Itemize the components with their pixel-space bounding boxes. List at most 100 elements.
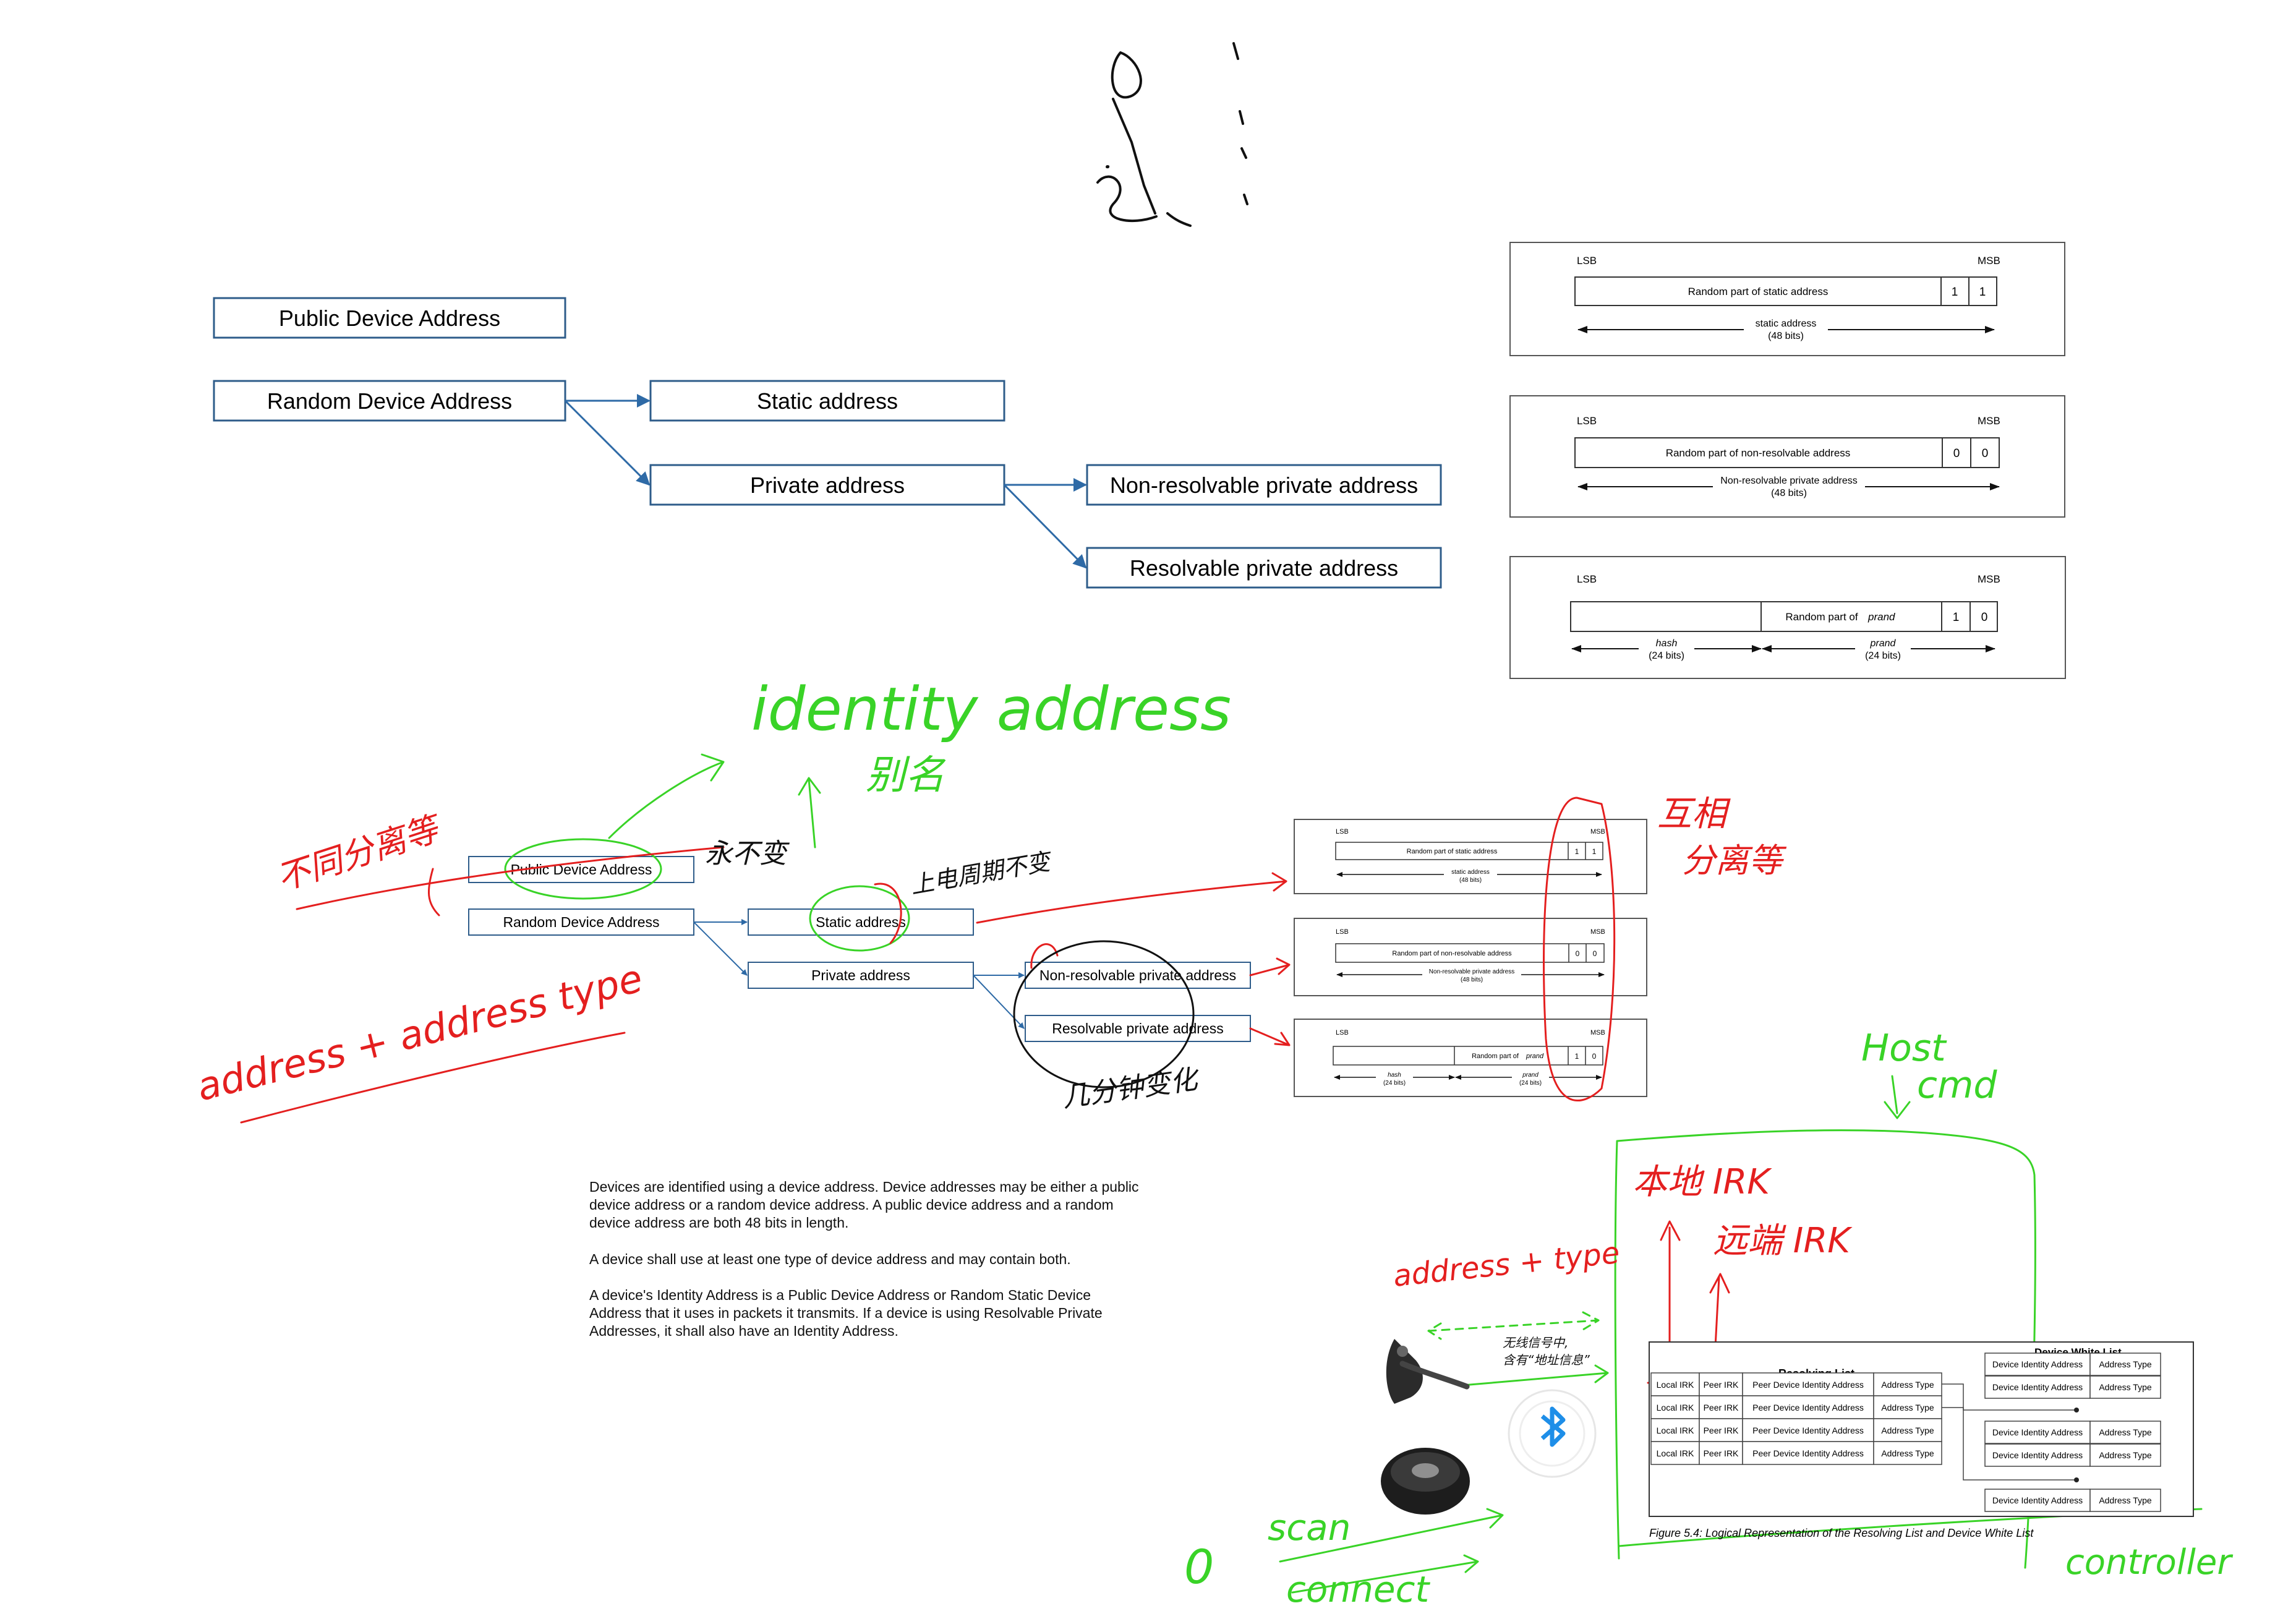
svg-text:LSB: LSB	[1577, 255, 1597, 267]
resolving-cell-text: Peer Device Identity Address	[1752, 1403, 1864, 1412]
svg-text:Random part of non-resolvable: Random part of non-resolvable address	[1392, 950, 1512, 957]
resolving-cell-text: Address Type	[1881, 1425, 1934, 1435]
svg-text:Non-resolvable private address: Non-resolvable private address	[1429, 968, 1514, 975]
svg-text:(24 bits): (24 bits)	[1383, 1080, 1406, 1087]
svg-text:Random part of: Random part of	[1472, 1053, 1519, 1060]
list-connector-dot	[2074, 1477, 2079, 1482]
svg-text:Random part of static address: Random part of static address	[1688, 286, 1829, 297]
svg-text:1: 1	[1575, 1052, 1579, 1061]
svg-text:LSB: LSB	[1336, 928, 1349, 936]
identity-address-note: identity address	[751, 675, 1231, 744]
resolving-cell-text: Address Type	[1881, 1380, 1934, 1390]
zero-mark: 0	[1184, 1539, 1214, 1594]
svg-text:MSB: MSB	[1978, 255, 2000, 267]
private-address-box-small: Private address	[811, 967, 910, 983]
svg-text:1: 1	[1979, 286, 1986, 299]
res-address-box: Resolvable private address	[1130, 555, 1398, 581]
public-address-box-small: Public Device Address	[511, 861, 652, 878]
signal-note-line2: 含有“地址信息”	[1503, 1353, 1590, 1367]
svg-text:Random part of static address: Random part of static address	[1407, 848, 1498, 855]
resolving-cell-text: Local IRK	[1657, 1425, 1694, 1435]
signal-note-line1: 无线信号中,	[1503, 1335, 1568, 1350]
white-list-cell-text: Device Identity Address	[1992, 1427, 2083, 1437]
svg-text:MSB: MSB	[1590, 828, 1605, 836]
huxiang-note: 互相	[1657, 794, 1731, 834]
resolving-cell-text: Local IRK	[1657, 1380, 1694, 1390]
svg-text:static address: static address	[1451, 869, 1490, 876]
white-list-cell-text: Device Identity Address	[1992, 1495, 2083, 1505]
resolving-cell-text: Peer IRK	[1704, 1380, 1739, 1390]
figure-caption: Figure 5.4: Logical Representation of th…	[1649, 1527, 2034, 1539]
resolving-cell-text: Peer Device Identity Address	[1752, 1425, 1864, 1435]
paragraph-2: A device shall use at least one type of …	[589, 1251, 1071, 1267]
white-list-cell-text: Address Type	[2099, 1382, 2152, 1392]
svg-text:static address: static address	[1756, 318, 1817, 329]
res-address-box-small: Resolvable private address	[1052, 1020, 1223, 1036]
nonres-address-box-small: Non-resolvable private address	[1039, 967, 1236, 983]
svg-text:Non-resolvable private address: Non-resolvable private address	[1720, 476, 1857, 486]
address-diagram-large: Public Device Address Random Device Addr…	[213, 297, 1442, 589]
yongbubian-note: 永不变	[705, 838, 790, 870]
svg-text:0: 0	[1593, 949, 1597, 958]
svg-text:1: 1	[1575, 847, 1579, 856]
random-address-box: Random Device Address	[267, 388, 512, 414]
fenli-note: 分离等	[1682, 841, 1787, 880]
speakerphone-icon	[1381, 1448, 1470, 1515]
title-scribble: 标识	[1096, 42, 1248, 227]
shangdian-note: 上电周期不变	[908, 847, 1055, 899]
svg-text:MSB: MSB	[1978, 415, 2000, 427]
svg-text:0: 0	[1576, 949, 1580, 958]
nonres-address-box: Non-resolvable private address	[1110, 472, 1418, 498]
paragraph-1: Devices are identified using a device ad…	[589, 1179, 1139, 1231]
svg-text:Random part of non-resolvable: Random part of non-resolvable address	[1666, 447, 1851, 459]
svg-text:LSB: LSB	[1336, 828, 1349, 836]
white-list-cell-text: Device Identity Address	[1992, 1450, 2083, 1460]
bitfield-static-small: LSB MSB Random part of static address 1 …	[1294, 819, 1647, 894]
resolving-cell-text: Peer IRK	[1704, 1448, 1739, 1458]
white-list-cell-text: Address Type	[2099, 1450, 2152, 1460]
resolving-cell-text: Address Type	[1881, 1448, 1934, 1458]
white-list-cell-text: Address Type	[2099, 1427, 2152, 1437]
public-address-box: Public Device Address	[279, 306, 500, 331]
cmd-note: cmd	[1917, 1064, 1997, 1107]
svg-text:hash: hash	[1656, 638, 1678, 649]
svg-text:prand: prand	[1870, 638, 1897, 649]
bieming-note: 别名	[866, 753, 946, 798]
resolving-cell-text: Address Type	[1881, 1403, 1934, 1412]
svg-text:MSB: MSB	[1590, 1029, 1605, 1036]
svg-text:prand: prand	[1522, 1072, 1538, 1079]
white-list-cell-text: Address Type	[2099, 1359, 2152, 1369]
resolving-cell-text: Peer Device Identity Address	[1752, 1448, 1864, 1458]
svg-text:prand: prand	[1867, 611, 1895, 623]
title-scribble-text: 标识	[1107, 166, 1109, 168]
bitfield-resolvable-small: LSB MSB Random part of prand 1 0 hash (2…	[1294, 1019, 1647, 1097]
notes-drawing: 标识 Public Device Address Random Device A…	[192, 42, 2233, 1610]
svg-text:1: 1	[1953, 611, 1960, 624]
svg-text:LSB: LSB	[1577, 573, 1597, 585]
bitfield-nonres-large: LSB MSB Random part of non-resolvable ad…	[1509, 395, 2065, 518]
white-list-cell-text: Device Identity Address	[1992, 1359, 2083, 1369]
svg-text:Random part of: Random part of	[1785, 611, 1858, 623]
resolving-list-rows: Local IRK Peer IRK Peer Device Identity Ad…	[1650, 1372, 1942, 1465]
resolving-list-figure: Resolving List Device White List Local I…	[1649, 1341, 2194, 1539]
remote-irk-note: 远端 IRK	[1713, 1221, 1853, 1261]
static-address-box: Static address	[757, 388, 898, 414]
svg-text:prand: prand	[1526, 1053, 1544, 1060]
list-connector-dot	[2074, 1408, 2079, 1412]
address-plus-type-note: address + type	[1391, 1236, 1621, 1294]
svg-text:0: 0	[1953, 447, 1960, 460]
controller-note: controller	[2065, 1542, 2233, 1583]
random-address-box-small: Random Device Address	[503, 914, 659, 930]
resolving-cell-text: Local IRK	[1657, 1403, 1694, 1412]
svg-text:(24 bits): (24 bits)	[1519, 1080, 1542, 1087]
bitfield-static-large: LSB MSB Random part of static address 1 …	[1509, 242, 2065, 356]
headset-icon	[1386, 1339, 1470, 1404]
svg-text:LSB: LSB	[1577, 415, 1597, 427]
svg-text:(48 bits): (48 bits)	[1459, 877, 1482, 884]
white-list-cell-text: Device Identity Address	[1992, 1382, 2083, 1392]
svg-text:(48 bits): (48 bits)	[1771, 488, 1807, 498]
paragraph-3: A device's Identity Address is a Public …	[589, 1287, 1103, 1339]
whiteboard-canvas: 标识 Public Device Address Random Device A…	[0, 0, 2296, 1624]
static-address-box-small: Static address	[816, 914, 906, 930]
svg-text:0: 0	[1982, 447, 1989, 460]
